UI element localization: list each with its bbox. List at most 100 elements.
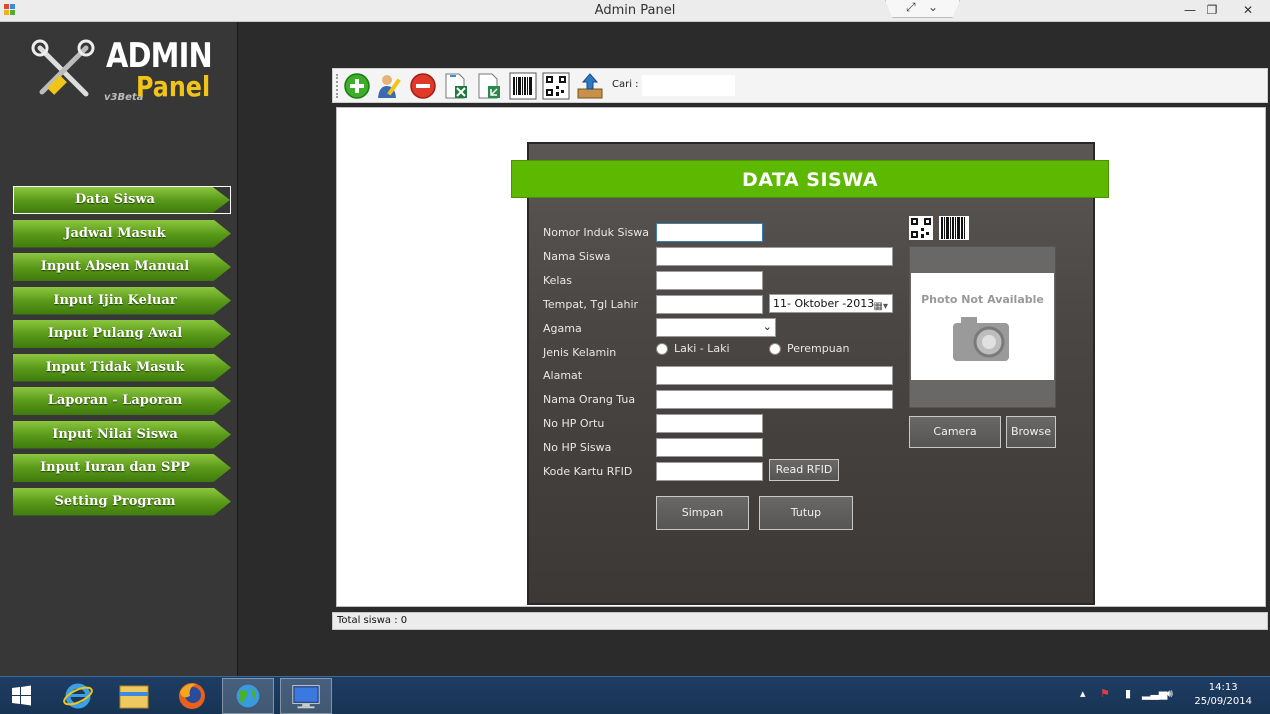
sidebar-item-label: Input Iuran dan SPP: [40, 460, 190, 475]
label-kelas: Kelas: [543, 274, 572, 287]
maximize-button[interactable]: ❐: [1198, 0, 1226, 20]
alamat-input[interactable]: [656, 366, 893, 385]
sidebar-item-input-pulang-awal[interactable]: Input Pulang Awal: [13, 320, 231, 348]
agama-select[interactable]: ⌄: [656, 318, 776, 337]
globe-app-icon[interactable]: [222, 678, 274, 714]
read-rfid-button[interactable]: Read RFID: [769, 459, 839, 481]
sidebar-item-label: Input Nilai Siswa: [52, 426, 178, 442]
photo-not-available-text: Photo Not Available: [921, 293, 1044, 306]
logo-panel: Panel: [136, 70, 211, 103]
sidebar-item-data-siswa[interactable]: Data Siswa: [14, 187, 230, 213]
barcode-icon[interactable]: [509, 72, 537, 100]
sidebar-item-setting-program[interactable]: Setting Program: [13, 487, 231, 516]
sidebar-item-label: Input Ijin Keluar: [53, 292, 177, 308]
nama-input[interactable]: [656, 247, 893, 266]
admin-panel-taskbar-icon[interactable]: [280, 678, 332, 714]
label-ortu: Nama Orang Tua: [543, 393, 636, 406]
add-icon[interactable]: [343, 72, 371, 100]
sidebar-item-label: Setting Program: [54, 493, 176, 509]
taskbar: ▴ ⚑ ▮ ▂▃▅ 🔊︎ 14:13 25/09/2014: [0, 676, 1270, 714]
label-hp-ortu: No HP Ortu: [543, 417, 605, 430]
import-excel-icon[interactable]: [442, 72, 470, 100]
data-siswa-form: Nomor Induk Siswa Nama Siswa Kelas Tempa…: [527, 142, 1095, 605]
label-ttl: Tempat, Tgl Lahir: [543, 298, 639, 311]
sidebar-menu: Data Siswa Jadwal Masuk Input Absen Manu…: [13, 186, 231, 521]
sidebar-item-label: Input Absen Manual: [40, 259, 190, 274]
photo-frame: Photo Not Available: [909, 246, 1056, 408]
radio-laki-laki[interactable]: [656, 343, 668, 355]
qr-barcode-icon: [909, 216, 969, 240]
tgl-lahir-picker[interactable]: 11- Oktober -2013 ▦▾: [769, 294, 893, 313]
nama-ortu-input[interactable]: [656, 390, 893, 409]
window-title: Admin Panel: [594, 3, 676, 18]
nis-input[interactable]: [656, 223, 763, 242]
rfid-input[interactable]: [656, 462, 763, 481]
windows-start-icon[interactable]: [0, 678, 44, 714]
radio-perempuan-label: Perempuan: [787, 342, 850, 355]
browse-button[interactable]: Browse: [1006, 416, 1056, 448]
battery-icon[interactable]: ▮: [1125, 687, 1131, 700]
hp-siswa-input[interactable]: [656, 438, 763, 457]
sidebar-item-input-tidak-masuk[interactable]: Input Tidak Masuk: [13, 353, 231, 382]
close-form-button[interactable]: Tutup: [759, 496, 853, 530]
chevron-down-icon: ⌄: [762, 320, 772, 333]
search-input[interactable]: [642, 75, 735, 96]
window-titlebar: Admin Panel ⤢ ⌄ — ❐ ✕: [0, 0, 1270, 22]
sidebar-item-label: Input Pulang Awal: [47, 326, 183, 341]
close-button[interactable]: ✕: [1234, 0, 1262, 20]
file-explorer-icon[interactable]: [108, 678, 160, 714]
label-rfid: Kode Kartu RFID: [543, 465, 633, 478]
hp-ortu-input[interactable]: [656, 414, 763, 433]
photo-placeholder: Photo Not Available: [911, 273, 1054, 380]
label-nis: Nomor Induk Siswa: [543, 226, 649, 239]
delete-icon[interactable]: [409, 72, 437, 100]
chevron-down-icon[interactable]: ⌄: [928, 0, 938, 14]
edit-user-icon[interactable]: [376, 72, 404, 100]
label-nama: Nama Siswa: [543, 250, 611, 263]
qr-code-icon[interactable]: [542, 72, 570, 100]
label-jk: Jenis Kelamin: [543, 346, 617, 359]
sidebar-item-input-absen-manual[interactable]: Input Absen Manual: [13, 253, 231, 281]
tray-expand-icon[interactable]: ▴: [1080, 687, 1086, 700]
radio-laki-laki-label: Laki - Laki: [674, 342, 730, 355]
sidebar-item-laporan[interactable]: Laporan - Laporan: [13, 387, 231, 415]
toolbar-grip[interactable]: [336, 74, 339, 98]
label-alamat: Alamat: [543, 369, 583, 382]
total-siswa-text: Total siswa : 0: [337, 615, 408, 626]
sidebar-item-input-iuran-spp[interactable]: Input Iuran dan SPP: [13, 454, 231, 482]
main-area: ADMIN v3Beta Panel Data Siswa Jadwal Mas…: [0, 22, 1270, 676]
clock-date: 25/09/2014: [1194, 696, 1252, 707]
sidebar-item-label: Jadwal Masuk: [64, 225, 166, 241]
form-title: DATA SISWA: [511, 160, 1109, 198]
export-icon[interactable]: [475, 72, 503, 100]
date-value: 11- Oktober -2013: [773, 297, 875, 310]
status-bar: Total siswa : 0: [332, 612, 1268, 630]
sidebar-item-jadwal-masuk[interactable]: Jadwal Masuk: [13, 219, 231, 248]
firefox-icon[interactable]: [166, 678, 218, 714]
toolbar: Cari :: [332, 68, 1268, 103]
sidebar: ADMIN v3Beta Panel Data Siswa Jadwal Mas…: [0, 22, 238, 676]
expand-icon[interactable]: ⤢: [906, 0, 916, 15]
camera-icon: [953, 317, 1009, 361]
volume-icon[interactable]: 🔊︎: [1166, 687, 1173, 701]
clock-time: 14:13: [1208, 682, 1238, 693]
tools-logo-icon: [31, 39, 95, 97]
calendar-dropdown-icon[interactable]: ▦▾: [874, 298, 888, 315]
sidebar-item-label: Laporan - Laporan: [47, 393, 183, 408]
sidebar-item-label: Input Tidak Masuk: [45, 359, 185, 375]
clock[interactable]: 14:13 25/09/2014: [1194, 681, 1252, 709]
sidebar-item-input-nilai-siswa[interactable]: Input Nilai Siswa: [13, 420, 231, 449]
radio-perempuan[interactable]: [769, 343, 781, 355]
sidebar-item-data-siswa-frame: Data Siswa: [13, 186, 231, 214]
logo: ADMIN v3Beta Panel: [30, 36, 220, 116]
camera-button[interactable]: Camera: [909, 416, 1001, 448]
save-button[interactable]: Simpan: [656, 496, 749, 530]
window-tab-tool[interactable]: ⤢ ⌄: [885, 0, 960, 18]
signal-icon[interactable]: ▂▃▅: [1142, 687, 1167, 700]
internet-explorer-icon[interactable]: [52, 678, 104, 714]
sidebar-item-input-ijin-keluar[interactable]: Input Ijin Keluar: [13, 286, 231, 315]
upload-icon[interactable]: [576, 72, 604, 100]
tempat-lahir-input[interactable]: [656, 295, 763, 314]
kelas-input[interactable]: [656, 271, 763, 290]
network-flag-icon[interactable]: ⚑: [1100, 687, 1110, 700]
